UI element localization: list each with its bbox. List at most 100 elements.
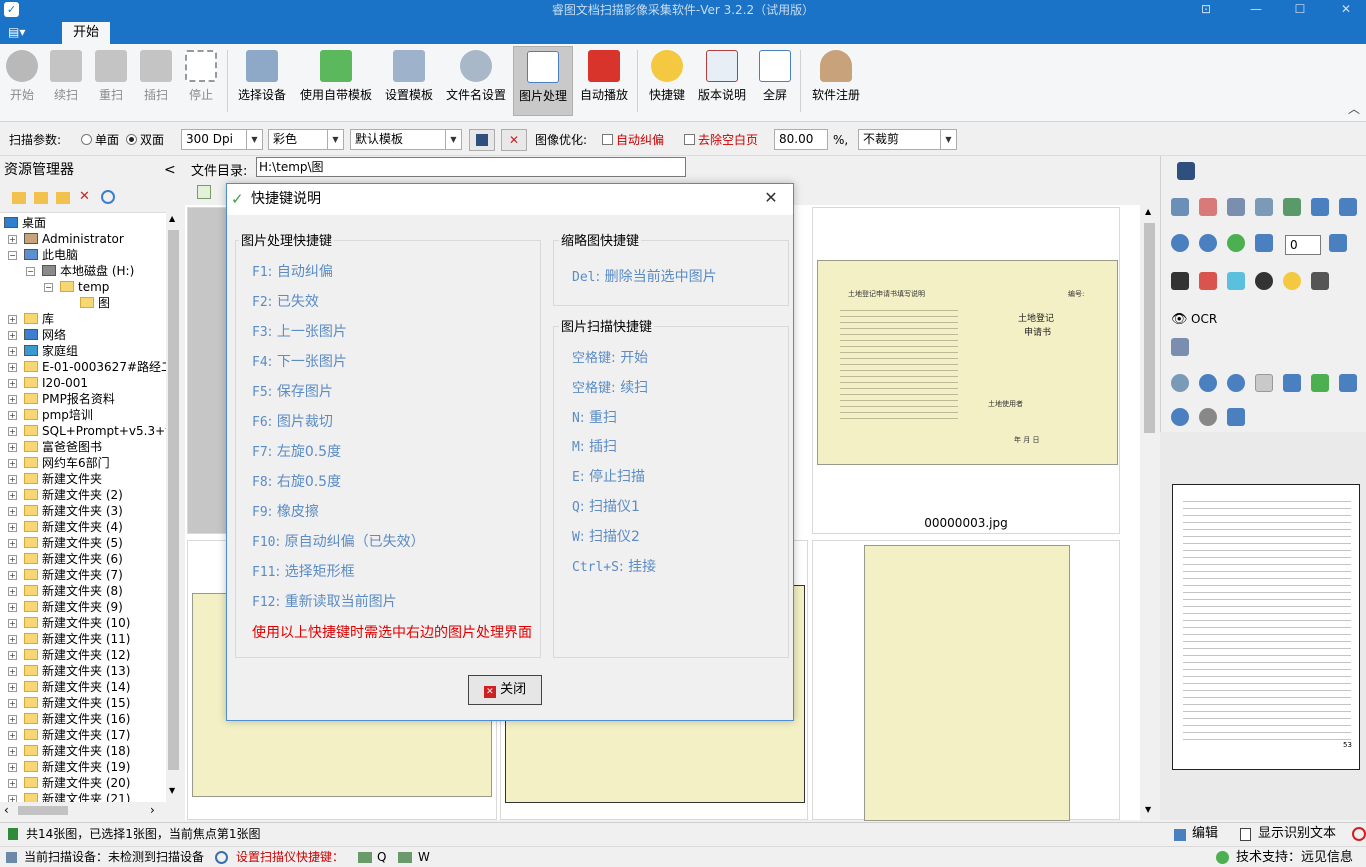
expand-toggle-icon[interactable]: + [8, 779, 17, 788]
lightbulb-icon[interactable] [1283, 272, 1301, 290]
image-icon[interactable] [1311, 374, 1329, 392]
close-button[interactable]: ✕ [1326, 0, 1366, 20]
power-icon[interactable] [1352, 827, 1366, 841]
scanner-w-label[interactable]: W [418, 847, 430, 867]
rotate-right-icon[interactable] [1255, 234, 1273, 252]
insert-scan-button[interactable]: 插扫 [138, 46, 174, 116]
filter-icon[interactable] [1311, 272, 1329, 290]
expand-toggle-icon[interactable]: − [44, 283, 53, 292]
pen-icon[interactable] [1227, 272, 1245, 290]
go-page-icon[interactable] [1329, 234, 1347, 252]
tree-item[interactable]: 新建文件夹 (2) [24, 487, 123, 503]
expand-toggle-icon[interactable]: + [8, 715, 17, 724]
expand-toggle-icon[interactable]: + [8, 635, 17, 644]
tree-item[interactable]: pmp培训 [24, 407, 93, 423]
set-hotkey-link[interactable]: 设置扫描仪快捷键： [236, 847, 344, 867]
expand-toggle-icon[interactable]: + [8, 379, 17, 388]
expand-toggle-icon[interactable]: + [8, 491, 17, 500]
expand-toggle-icon[interactable]: + [8, 683, 17, 692]
collapse-panel-icon[interactable]: < [164, 157, 176, 183]
minimize-button[interactable]: — [1236, 0, 1276, 20]
stop-button[interactable]: 停止 [183, 46, 219, 116]
tree-item[interactable]: 桌面 [4, 215, 46, 231]
expand-toggle-icon[interactable]: + [8, 667, 17, 676]
continue-scan-button[interactable]: 续扫 [48, 46, 84, 116]
scroll-right-icon[interactable]: › [150, 803, 155, 817]
color-select[interactable]: 彩色 ▼ [268, 129, 344, 150]
undo-icon[interactable] [1171, 234, 1189, 252]
percent-input[interactable]: 80.00 [774, 129, 828, 150]
expand-toggle-icon[interactable]: + [8, 331, 17, 340]
thumbnail-3[interactable]: 土地登记申请书填写说明 编号: 土地登记 申请书 土地使用者 年 月 日 000… [812, 207, 1120, 534]
set-template-button[interactable]: 设置模板 [381, 46, 437, 116]
tree-item[interactable]: 新建文件夹 (15) [24, 695, 130, 711]
tree-item[interactable]: 新建文件夹 (4) [24, 519, 123, 535]
tree-item[interactable]: 新建文件夹 (18) [24, 743, 130, 759]
expand-toggle-icon[interactable]: + [8, 699, 17, 708]
scroll-up-icon[interactable]: ▲ [1145, 207, 1151, 216]
tree-item[interactable]: 新建文件夹 (12) [24, 647, 130, 663]
page-number-input[interactable]: 0 [1285, 235, 1321, 255]
double-side-radio[interactable]: 双面 [126, 130, 164, 150]
rotate-icon[interactable] [1227, 234, 1245, 252]
expand-toggle-icon[interactable]: + [8, 619, 17, 628]
tree-item[interactable]: 新建文件夹 (21) [24, 791, 130, 802]
remove-blank-checkbox[interactable]: 去除空白页 [684, 130, 758, 150]
expand-icon[interactable] [1339, 198, 1357, 216]
move-icon[interactable] [1227, 408, 1245, 426]
expand-toggle-icon[interactable]: + [8, 763, 17, 772]
tree-item[interactable]: 家庭组 [24, 343, 78, 359]
tree-item[interactable]: 新建文件夹 (6) [24, 551, 123, 567]
tree-item[interactable]: 新建文件夹 (13) [24, 663, 130, 679]
scroll-down-icon[interactable]: ▼ [169, 786, 175, 795]
tree-item[interactable]: 网络 [24, 327, 66, 343]
autoplay-button[interactable]: 自动播放 [577, 46, 631, 116]
tree-item[interactable]: 新建文件夹 (14) [24, 679, 130, 695]
tree-item[interactable]: 新建文件夹 (16) [24, 711, 130, 727]
fit-icon[interactable] [1311, 198, 1329, 216]
delete-icon[interactable]: ✕ [79, 189, 90, 204]
scroll-thumb[interactable] [168, 230, 179, 770]
collapse-ribbon-icon[interactable]: ︿ [1348, 100, 1360, 117]
expand-toggle-icon[interactable]: + [8, 555, 17, 564]
tree-item[interactable]: 此电脑 [24, 247, 78, 263]
tree-item[interactable]: 新建文件夹 (11) [24, 631, 130, 647]
tree-item[interactable]: 新建文件夹 (10) [24, 615, 130, 631]
tree-item[interactable]: 新建文件夹 (9) [24, 599, 123, 615]
zoom-out-icon[interactable] [1227, 374, 1245, 392]
document-icon[interactable] [1240, 828, 1251, 841]
save-template-button[interactable] [469, 129, 495, 151]
expand-toggle-icon[interactable]: + [8, 571, 17, 580]
expand-toggle-icon[interactable]: + [8, 235, 17, 244]
tree-item[interactable]: 本地磁盘 (H:) [42, 263, 134, 279]
restore-icon[interactable]: ⊡ [1186, 0, 1226, 20]
expand-toggle-icon[interactable]: + [8, 347, 17, 356]
panel-icon[interactable] [1171, 272, 1189, 290]
select-device-button[interactable]: 选择设备 [234, 46, 290, 116]
hotkey-button[interactable]: 快捷键 [645, 46, 689, 116]
tree-item[interactable]: 富爸爸图书 [24, 439, 102, 455]
dpi-select[interactable]: 300 Dpi ▼ [181, 129, 263, 150]
new-folder-icon[interactable] [12, 192, 26, 204]
scroll-up-icon[interactable]: ▲ [169, 214, 175, 223]
tree-item[interactable]: SQL+Prompt+v5.3+v6 [24, 423, 166, 439]
close-dialog-button[interactable]: ✕ 关闭 [468, 675, 542, 705]
open-folder-icon[interactable] [34, 192, 48, 204]
fit-width-icon[interactable] [1255, 374, 1273, 392]
tree-item[interactable]: Administrator [24, 231, 124, 247]
expand-toggle-icon[interactable]: + [8, 651, 17, 660]
tree-item[interactable]: E-01-0003627#路经二 [24, 359, 166, 375]
printer-icon[interactable] [1171, 338, 1189, 356]
expand-toggle-icon[interactable]: + [8, 427, 17, 436]
zoom-reset-icon[interactable] [1171, 374, 1189, 392]
refresh-icon[interactable] [101, 190, 115, 204]
edit-icon[interactable] [1174, 829, 1186, 841]
app-menu-button[interactable]: ▤▾ [8, 22, 48, 42]
scroll-thumb[interactable] [18, 806, 68, 815]
tree-horizontal-scrollbar[interactable]: ‹ › [0, 802, 182, 819]
tree-item[interactable]: I20-001 [24, 375, 88, 391]
tree-item[interactable]: PMP报名资料 [24, 391, 115, 407]
single-side-radio[interactable]: 单面 [81, 130, 119, 150]
rename-folder-icon[interactable] [56, 192, 70, 204]
rescan-button[interactable]: 重扫 [93, 46, 129, 116]
